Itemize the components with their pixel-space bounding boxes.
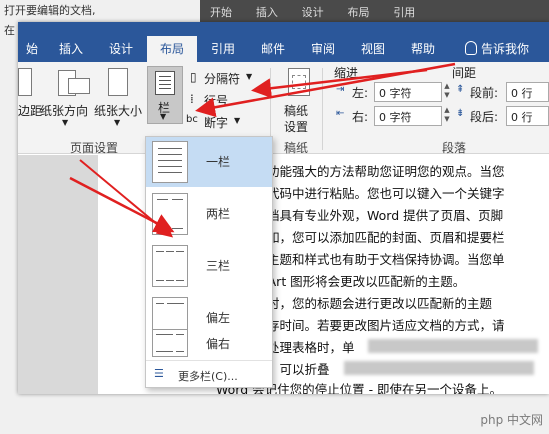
doc-line: 中保存时间。若要更改图片适应文档的方式，请 (242, 318, 505, 333)
doc-line: 。例如，您可以添加匹配的封面、页眉和提要栏 (242, 230, 505, 245)
indent-right-input[interactable]: 0 字符 (374, 106, 442, 126)
space-after-icon: ⇟ (456, 108, 465, 119)
indent-left-spinner[interactable]: ▲ ▼ (442, 82, 452, 102)
manuscript-label-2[interactable]: 设置 (284, 118, 308, 135)
columns-dropdown-menu: 一栏 两栏 三栏 偏左 偏右 ☰ 更多栏(C)... (145, 136, 273, 388)
menu-item-label: 三栏 (206, 259, 231, 273)
indent-left-input[interactable]: 0 字符 (374, 82, 442, 102)
menu-item-label: 偏左 (206, 311, 231, 325)
chevron-down-icon: ▼ (234, 116, 241, 125)
background-tab: 布局 (347, 6, 370, 19)
background-top-text: 打开要编辑的文档, (4, 4, 96, 17)
space-after-label: 段后: (470, 110, 499, 124)
more-columns-label: 更多栏(C)... (178, 370, 238, 383)
breaks-button[interactable]: 分隔符 (204, 70, 240, 87)
lightbulb-icon (465, 41, 477, 55)
menu-item-label: 两栏 (206, 207, 231, 221)
orientation-button[interactable]: 纸张方向 (40, 102, 88, 119)
chevron-down-icon: ▼ (114, 118, 121, 127)
background-side-text: 在 (4, 24, 15, 37)
background-tab: 开始 (210, 6, 232, 19)
indent-heading: 缩进 (334, 66, 359, 80)
space-after-input[interactable]: 0 行 (506, 106, 549, 126)
tab-layout[interactable]: 布局 (147, 36, 197, 62)
tab-help[interactable]: 帮助 (400, 36, 446, 62)
doc-line: 嵌入代码中进行粘贴。您也可以键入一个关键字 (242, 186, 505, 201)
manuscript-icon (288, 68, 310, 96)
indent-right-icon: ⇤ (336, 108, 345, 119)
right-column-icon (152, 329, 188, 357)
background-tab-strip: 开始 插入 设计 布局 引用 (200, 0, 549, 22)
doc-line: 供了功能强大的方法帮助您证明您的观点。当您 (242, 164, 505, 179)
hyphenation-icon: bc (186, 114, 198, 125)
space-before-icon: ⇞ (456, 84, 465, 95)
space-before-input[interactable]: 0 行 (506, 82, 549, 102)
group-label-page-setup: 页面设置 (70, 141, 119, 155)
paper-size-icon (108, 68, 128, 96)
three-columns-icon (152, 245, 188, 287)
doc-line: 的文档具有专业外观，Word 提供了页眉、页脚 (242, 208, 504, 223)
columns-small-icon: ☰ (154, 367, 164, 380)
margins-button[interactable]: 边距 (18, 102, 42, 119)
tab-view[interactable]: 视图 (350, 36, 396, 62)
menu-item-two-columns[interactable]: 两栏 (146, 189, 272, 239)
tab-insert[interactable]: 插入 (48, 36, 94, 62)
space-before-label: 段前: (470, 86, 499, 100)
tab-review[interactable]: 审阅 (300, 36, 346, 62)
size-button[interactable]: 纸张大小 (94, 102, 142, 119)
tab-home[interactable]: 始 (18, 36, 46, 62)
menu-item-three-columns[interactable]: 三栏 (146, 241, 272, 291)
more-columns-button[interactable]: ☰ 更多栏(C)... (146, 360, 272, 388)
line-numbers-icon: ⁞ (190, 92, 194, 106)
menu-item-one-column[interactable]: 一栏 (146, 137, 272, 187)
chevron-down-icon: ▼ (246, 72, 253, 81)
chevron-down-icon: ▼ (62, 118, 69, 127)
indent-right-label: 右: (352, 110, 369, 124)
background-tab: 插入 (255, 6, 278, 19)
manuscript-label-1[interactable]: 稿纸 (284, 102, 308, 119)
margins-icon (18, 68, 32, 96)
group-separator (322, 68, 323, 150)
doc-line: nartArt 图形将会更改以匹配新的主题。 (242, 274, 466, 289)
group-label-manuscript: 稿纸 (284, 141, 309, 155)
indent-left-label: 左: (352, 86, 369, 100)
ribbon-layout: 边距 纸张方向 ▼ 纸张大小 ▼ 栏 ▼ ▯ 分隔符 ▼ ⁞ 行号 bc 断字 … (18, 62, 549, 155)
columns-button[interactable]: 栏 ▼ (147, 66, 183, 124)
line-numbers-button[interactable]: 行号 (204, 92, 228, 109)
two-columns-icon (152, 193, 188, 235)
chevron-down-icon: ▼ (160, 112, 167, 121)
background-tab: 引用 (393, 6, 416, 19)
indent-left-icon: ⇥ (336, 84, 345, 95)
hyphenation-button[interactable]: 断字 (204, 114, 228, 131)
ribbon-tab-bar: 始 插入 设计 布局 引用 邮件 审阅 视图 帮助 告诉我你 (18, 22, 549, 62)
tab-mailings[interactable]: 邮件 (250, 36, 296, 62)
menu-item-label: 一栏 (206, 155, 231, 169)
background-tab: 设计 (301, 6, 324, 19)
orientation-landscape-icon (68, 78, 90, 94)
one-column-icon (152, 141, 188, 183)
blurred-text (368, 339, 538, 353)
tab-references[interactable]: 引用 (200, 36, 246, 62)
menu-item-right-body[interactable]: 偏右 (146, 327, 272, 359)
doc-line: 样式时，您的标题会进行更改以匹配新的主题 (242, 296, 493, 311)
spacing-heading: 间距 (452, 66, 477, 80)
doc-line: 素。主题和样式也有助于文档保持协调。当您单 (242, 252, 505, 267)
watermark: php 中文网 (480, 413, 543, 427)
blurred-text (344, 361, 534, 375)
menu-item-label: 偏右 (206, 337, 231, 351)
group-label-paragraph: 段落 (442, 141, 467, 155)
indent-right-spinner[interactable]: ▲ ▼ (442, 106, 452, 126)
breaks-icon: ▯ (190, 70, 197, 84)
word-window: 始 插入 设计 布局 引用 邮件 审阅 视图 帮助 告诉我你 边距 纸张方向 ▼… (18, 22, 549, 394)
tab-design[interactable]: 设计 (98, 36, 144, 62)
columns-icon (155, 71, 175, 95)
tell-me-search[interactable]: 告诉我你 (481, 36, 549, 62)
